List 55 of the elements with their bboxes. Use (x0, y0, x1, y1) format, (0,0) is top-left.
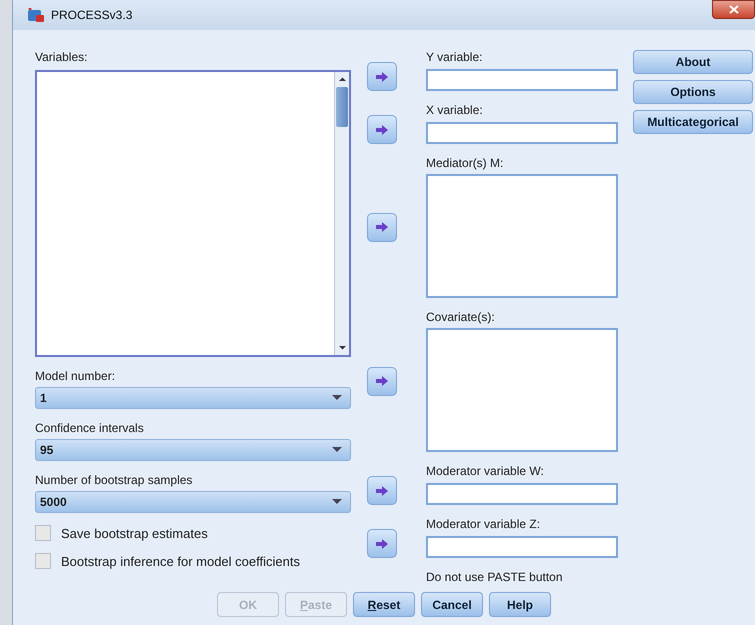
dialog-button[interactable]: Reset (353, 592, 415, 617)
arrow-icon (376, 486, 388, 496)
checkbox-label: Save bootstrap estimates (61, 526, 208, 540)
arrow-icon (376, 222, 388, 232)
move-button[interactable] (367, 62, 397, 91)
target-label: Moderator variable W: (426, 464, 545, 478)
checkbox-label: Bootstrap inference for model coefficients (61, 554, 300, 568)
side-button[interactable]: Multicategorical (633, 110, 753, 134)
setting-label: Confidence intervals (35, 421, 145, 435)
close-icon (728, 5, 738, 14)
side-button[interactable]: About (633, 50, 753, 74)
move-button[interactable] (367, 212, 397, 242)
scroll-thumb[interactable] (336, 87, 348, 127)
arrow-icon (376, 538, 388, 548)
variable-list-box[interactable] (426, 328, 618, 452)
dialog-button[interactable]: Help (489, 592, 551, 617)
variables-list[interactable] (35, 70, 351, 357)
app-icon (27, 7, 45, 23)
input-field[interactable] (426, 536, 618, 558)
dropdown-value: 95 (40, 443, 54, 457)
move-button[interactable] (367, 476, 397, 505)
variable-list-box[interactable] (426, 174, 618, 298)
input-field[interactable] (426, 69, 618, 91)
target-label: X variable: (426, 103, 484, 117)
target-label: Covariate(s): (426, 310, 496, 324)
move-button[interactable] (367, 529, 397, 558)
arrow-icon (376, 376, 388, 386)
setting-label: Number of bootstrap samples (35, 473, 194, 487)
side-button[interactable]: Options (633, 80, 753, 104)
dropdown-arrow-icon (332, 499, 342, 505)
dialog-button[interactable]: Cancel (421, 592, 483, 617)
dropdown[interactable]: 95 (35, 439, 351, 461)
arrow-icon (376, 72, 388, 82)
dropdown-value: 5000 (40, 495, 67, 509)
close-button[interactable] (712, 0, 755, 19)
dropdown[interactable]: 5000 (35, 491, 351, 513)
dropdown-value: 1 (40, 391, 47, 405)
window-title: PROCESSv3.3 (51, 8, 132, 22)
target-label: Y variable: (426, 50, 484, 64)
note-text: Do not use PASTE button (426, 570, 564, 584)
dropdown-arrow-icon (332, 395, 342, 401)
checkbox[interactable] (35, 553, 51, 569)
dropdown[interactable]: 1 (35, 387, 351, 409)
setting-label: Model number: (35, 369, 116, 383)
variables-label: Variables: (35, 50, 88, 64)
input-field[interactable] (426, 122, 618, 144)
move-button[interactable] (367, 366, 397, 396)
dropdown-arrow-icon (332, 447, 342, 453)
target-label: Moderator variable Z: (426, 517, 542, 531)
scrollbar[interactable] (334, 72, 349, 355)
target-label: Mediator(s) M: (426, 156, 504, 170)
move-button[interactable] (367, 115, 397, 144)
arrow-icon (376, 124, 388, 134)
input-field[interactable] (426, 483, 618, 505)
checkbox[interactable] (35, 525, 51, 541)
